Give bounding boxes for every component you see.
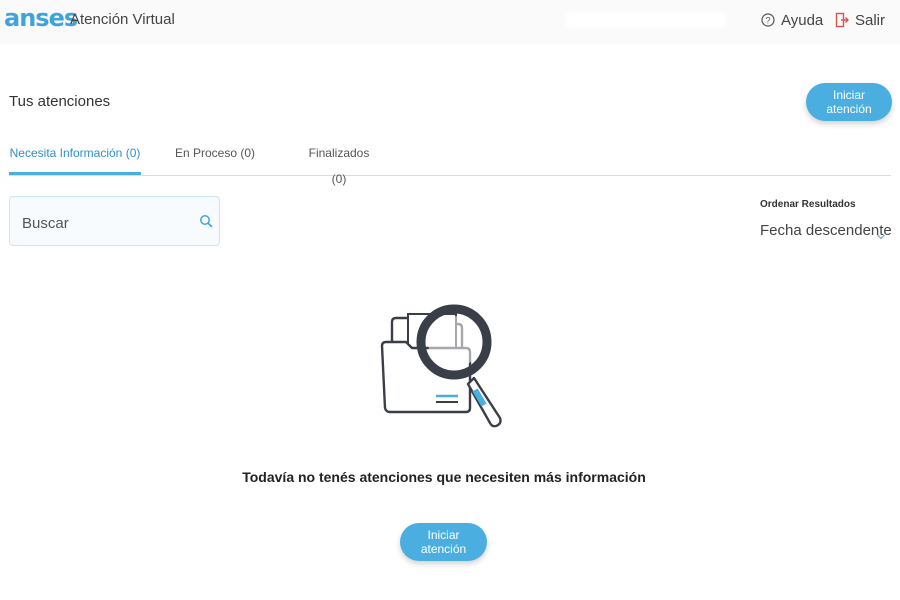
anses-logo[interactable]: anses	[4, 4, 78, 32]
tab-finished[interactable]: Finalizados (0)	[301, 140, 377, 186]
page-title: Tus atenciones	[9, 93, 111, 110]
empty-state-message: Todavía no tenés atenciones que necesite…	[242, 469, 646, 485]
svg-text:?: ?	[765, 16, 770, 26]
chevron-down-icon	[876, 228, 886, 246]
start-attention-button-center[interactable]: Iniciar atención	[400, 523, 487, 561]
folder-magnifier-illustration	[378, 292, 510, 437]
search-box	[9, 196, 220, 246]
search-input[interactable]	[20, 211, 194, 235]
logout-link[interactable]: Salir	[835, 10, 885, 30]
logout-icon	[835, 12, 849, 28]
top-bar: anses Atención Virtual ? Ayuda Salir	[0, 0, 900, 44]
tab-in-process[interactable]: En Proceso (0)	[167, 140, 263, 174]
help-link[interactable]: ? Ayuda	[761, 10, 823, 30]
search-icon[interactable]	[199, 214, 213, 233]
tab-needs-info[interactable]: Necesita Información (0)	[9, 140, 141, 175]
tab-bar: Necesita Información (0) En Proceso (0) …	[9, 140, 891, 186]
sort-select[interactable]: Fecha descendente	[760, 218, 892, 248]
start-attention-button[interactable]: Iniciar atención	[806, 83, 892, 121]
sort-value: Fecha descendente	[760, 222, 892, 239]
masked-user-info	[566, 12, 726, 28]
help-icon: ?	[761, 13, 775, 27]
logout-label: Salir	[855, 11, 886, 29]
help-label: Ayuda	[781, 11, 824, 29]
sort-label: Ordenar Resultados	[760, 199, 856, 210]
app-title: Atención Virtual	[70, 11, 175, 28]
